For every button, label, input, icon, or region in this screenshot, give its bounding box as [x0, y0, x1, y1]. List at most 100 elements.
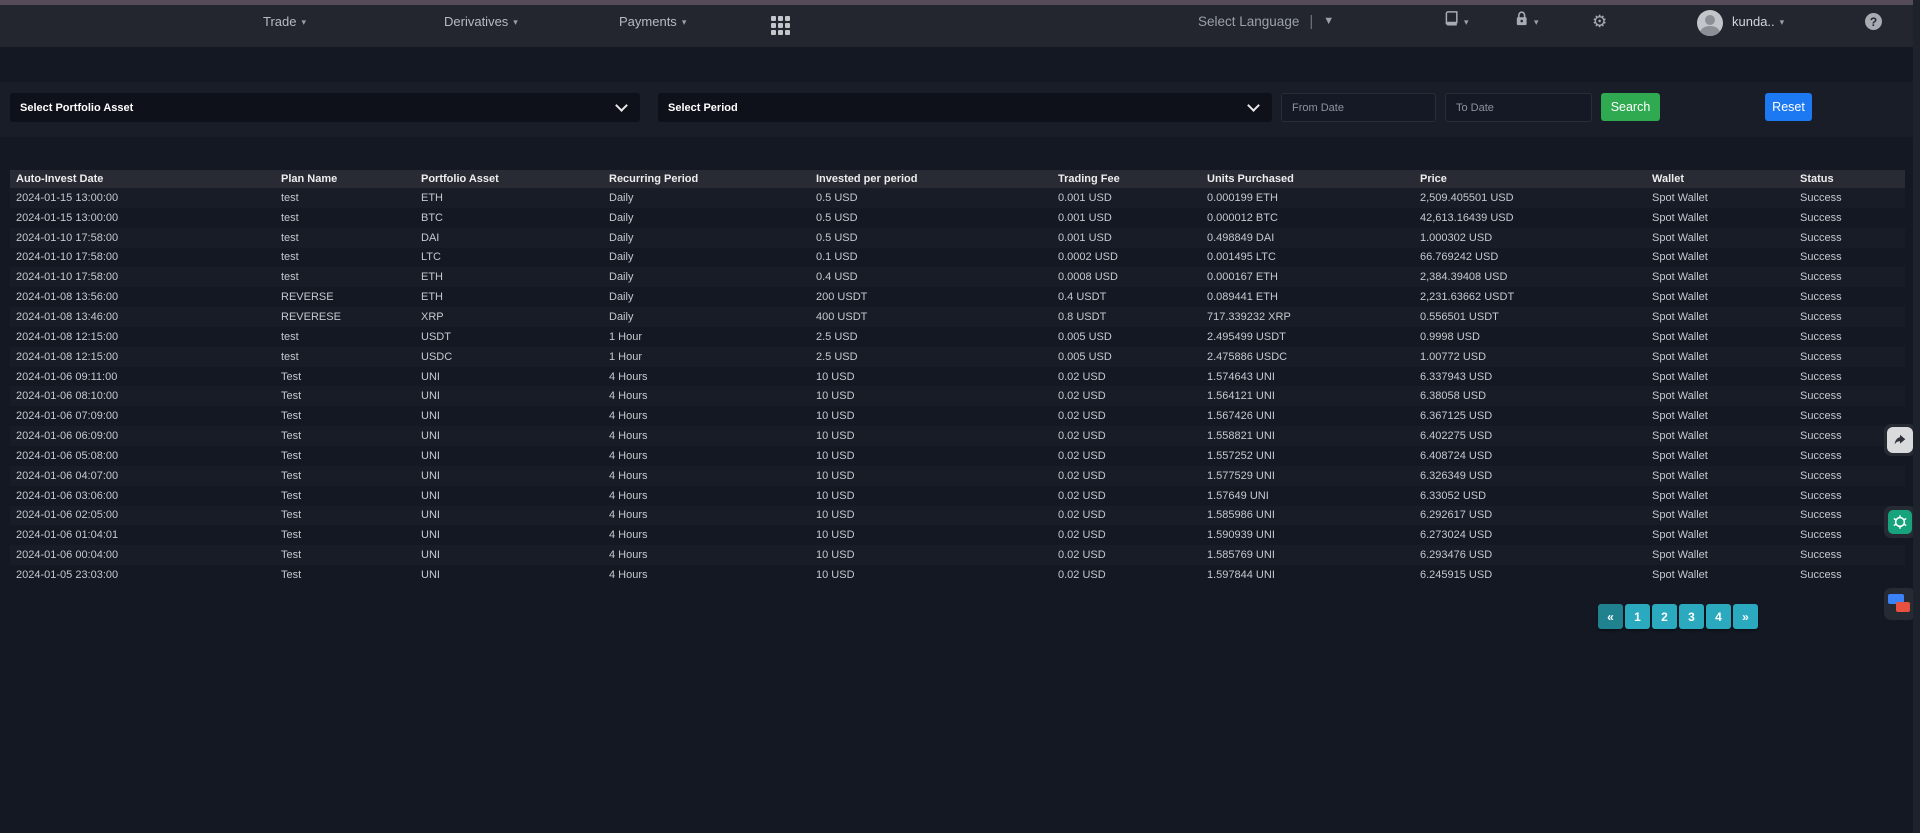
share-extension-button[interactable] [1884, 424, 1916, 456]
language-selector[interactable]: Select Language | ▼ [1198, 0, 1334, 42]
chevron-down-icon [615, 99, 628, 112]
table-cell: UNI [415, 506, 603, 526]
pagination-page-1-button[interactable]: 1 [1625, 604, 1650, 629]
avatar-head [1705, 15, 1715, 25]
to-date-input[interactable] [1445, 93, 1592, 122]
table-cell: 4 Hours [603, 386, 810, 406]
pagination-page-3-button[interactable]: 3 [1679, 604, 1704, 629]
orders-book-button[interactable]: ▾ [1443, 0, 1469, 42]
apps-grid-icon[interactable] [771, 16, 790, 35]
table-cell: 0.02 USD [1052, 426, 1201, 446]
table-cell: test [275, 188, 415, 208]
pagination-page-4-button[interactable]: 4 [1706, 604, 1731, 629]
table-cell: 1 Hour [603, 327, 810, 347]
table-cell: 0.000167 ETH [1201, 267, 1414, 287]
table-cell: 4 Hours [603, 466, 810, 486]
table-cell: Spot Wallet [1646, 426, 1794, 446]
table-row: 2024-01-08 13:56:00REVERSEETHDaily200 US… [10, 287, 1905, 307]
table-cell: 1.597844 UNI [1201, 565, 1414, 585]
nav-menu-trade-label: Trade [263, 14, 296, 29]
table-cell: UNI [415, 446, 603, 466]
pagination-next-button[interactable]: » [1733, 604, 1758, 629]
table-cell: 42,613.16439 USD [1414, 208, 1646, 228]
table-cell: 2,231.63662 USDT [1414, 287, 1646, 307]
table-cell: 6.326349 USD [1414, 466, 1646, 486]
table-cell: 0.02 USD [1052, 466, 1201, 486]
table-cell: 400 USDT [810, 307, 1052, 327]
language-caret-icon: ▼ [1323, 15, 1334, 27]
table-cell: UNI [415, 525, 603, 545]
table-cell: Spot Wallet [1646, 545, 1794, 565]
table-cell: test [275, 228, 415, 248]
table-cell: Test [275, 545, 415, 565]
table-cell: 6.367125 USD [1414, 406, 1646, 426]
table-cell: 2024-01-06 02:05:00 [10, 506, 275, 526]
col-invested-per-period: Invested per period [810, 170, 1052, 188]
table-cell: 2024-01-08 12:15:00 [10, 327, 275, 347]
nav-menu-payments[interactable]: Payments ▾ [619, 0, 686, 42]
nav-menu-derivatives[interactable]: Derivatives ▾ [444, 0, 518, 42]
col-auto-invest-date: Auto-Invest Date [10, 170, 275, 188]
table-cell: 0.5 USD [810, 228, 1052, 248]
table-cell: 2,509.405501 USD [1414, 188, 1646, 208]
table-cell: 0.02 USD [1052, 386, 1201, 406]
table-cell: test [275, 267, 415, 287]
table-row: 2024-01-06 04:07:00TestUNI4 Hours10 USD0… [10, 466, 1905, 486]
table-cell: REVERSE [275, 287, 415, 307]
table-row: 2024-01-06 07:09:00TestUNI4 Hours10 USD0… [10, 406, 1905, 426]
table-cell: 0.005 USD [1052, 327, 1201, 347]
table-cell: UNI [415, 486, 603, 506]
portfolio-asset-select[interactable]: Select Portfolio Asset [10, 93, 640, 122]
table-cell: 2024-01-08 13:46:00 [10, 307, 275, 327]
table-cell: test [275, 248, 415, 268]
table-cell: 4 Hours [603, 506, 810, 526]
avatar-body [1700, 26, 1720, 36]
chatgpt-extension-button[interactable] [1884, 506, 1916, 538]
table-cell: Spot Wallet [1646, 228, 1794, 248]
user-menu[interactable]: kunda.. ▾ [1732, 0, 1784, 42]
search-button[interactable]: Search [1601, 93, 1660, 121]
help-icon[interactable]: ? [1865, 13, 1882, 30]
table-cell: 0.001 USD [1052, 228, 1201, 248]
table-cell: Spot Wallet [1646, 267, 1794, 287]
reset-button[interactable]: Reset [1765, 93, 1812, 121]
table-cell: LTC [415, 248, 603, 268]
table-cell: Daily [603, 307, 810, 327]
settings-gear-icon[interactable]: ⚙ [1592, 12, 1607, 32]
chat-bubbles-extension-button[interactable] [1884, 588, 1916, 620]
nav-menu-trade[interactable]: Trade ▾ [263, 0, 306, 42]
period-select[interactable]: Select Period [658, 93, 1272, 122]
user-avatar[interactable] [1697, 10, 1723, 36]
from-date-input[interactable] [1281, 93, 1436, 122]
pagination-page-2-button[interactable]: 2 [1652, 604, 1677, 629]
table-cell: 1.590939 UNI [1201, 525, 1414, 545]
table-cell: 2024-01-06 09:11:00 [10, 367, 275, 387]
table-row: 2024-01-06 05:08:00TestUNI4 Hours10 USD0… [10, 446, 1905, 466]
table-cell: Test [275, 525, 415, 545]
table-cell: 0.02 USD [1052, 446, 1201, 466]
table-cell: 6.402275 USD [1414, 426, 1646, 446]
table-cell: 200 USDT [810, 287, 1052, 307]
table-cell: DAI [415, 228, 603, 248]
table-cell: 0.02 USD [1052, 565, 1201, 585]
table-cell: 4 Hours [603, 406, 810, 426]
table-cell: 10 USD [810, 565, 1052, 585]
table-cell: 717.339232 XRP [1201, 307, 1414, 327]
pagination: « 1 2 3 4 » [1598, 604, 1758, 629]
vertical-scrollbar[interactable] [1913, 0, 1920, 833]
chevron-down-icon: ▾ [513, 17, 518, 28]
table-row: 2024-01-08 12:15:00testUSDT1 Hour2.5 USD… [10, 327, 1905, 347]
share-arrow-icon [1887, 427, 1913, 453]
table-cell: Success [1794, 466, 1905, 486]
table-cell: 66.769242 USD [1414, 248, 1646, 268]
table-cell: Test [275, 466, 415, 486]
chevron-down-icon [1247, 99, 1260, 112]
table-cell: 2024-01-10 17:58:00 [10, 228, 275, 248]
table-cell: 0.4 USD [810, 267, 1052, 287]
table-cell: 0.000199 ETH [1201, 188, 1414, 208]
table-cell: BTC [415, 208, 603, 228]
table-cell: Success [1794, 367, 1905, 387]
security-lock-button[interactable]: ▾ [1513, 0, 1539, 42]
pagination-prev-button[interactable]: « [1598, 604, 1623, 629]
table-cell: 0.5 USD [810, 188, 1052, 208]
